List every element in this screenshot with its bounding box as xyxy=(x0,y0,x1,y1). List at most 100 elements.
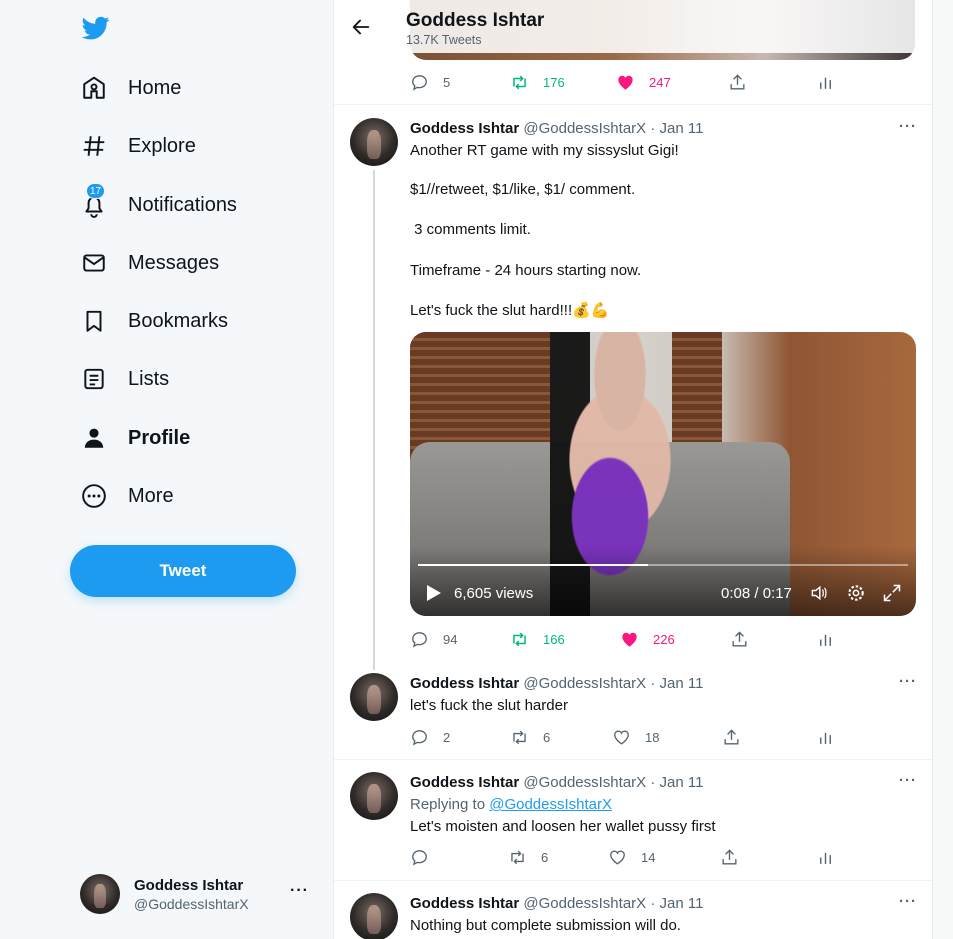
fullscreen-icon[interactable] xyxy=(882,583,902,603)
video-views: 6,605 views xyxy=(454,585,534,602)
retweet-count: 6 xyxy=(541,849,549,865)
tweet-text-line: $1//retweet, $1/like, $1/ comment. xyxy=(410,181,636,198)
heart-filled-icon xyxy=(622,632,637,647)
tweet-meta[interactable]: @GoddessIshtarX · Jan 11 xyxy=(523,895,703,912)
share-button[interactable] xyxy=(728,73,747,92)
reply-icon xyxy=(412,849,427,866)
tweet-text-line: Another RT game with my sissyslut Gigi! xyxy=(410,142,679,159)
reply-button[interactable]: 2 xyxy=(410,728,450,747)
retweet-button[interactable]: 6 xyxy=(508,848,548,867)
more-horizontal-icon[interactable]: ··· xyxy=(899,118,917,135)
analytics-button[interactable] xyxy=(816,630,835,649)
like-button[interactable]: 226 xyxy=(620,630,675,649)
more-horizontal-icon[interactable]: ··· xyxy=(899,893,917,910)
nav-notifications-label: Notifications xyxy=(128,193,237,216)
profile-header: Goddess Ishtar 13.7K Tweets xyxy=(334,0,932,53)
nav-notifications[interactable]: 17 Notifications xyxy=(80,183,237,225)
tweet-author-name[interactable]: Goddess Ishtar xyxy=(410,895,519,912)
tweet-meta[interactable]: @GoddessIshtarX · Jan 11 xyxy=(523,120,703,137)
avatar xyxy=(80,874,120,914)
reply-button[interactable] xyxy=(410,848,429,867)
right-column xyxy=(933,0,953,939)
share-button[interactable] xyxy=(720,848,739,867)
tweet-text-line: Let's fuck the slut hard!!!💰💪 xyxy=(410,302,610,319)
tweet-button[interactable]: Tweet xyxy=(70,545,296,597)
retweet-count: 6 xyxy=(543,729,551,745)
reply-icon xyxy=(412,74,427,91)
nav-profile[interactable]: Profile xyxy=(80,418,190,458)
account-name: Goddess Ishtar xyxy=(134,876,244,894)
nav-bookmarks[interactable]: Bookmarks xyxy=(80,301,228,341)
reply-icon xyxy=(412,631,427,648)
like-button[interactable]: 14 xyxy=(608,848,655,867)
account-switcher[interactable]: Goddess Ishtar @GoddessIshtarX ··· xyxy=(80,868,320,920)
reply-count: 94 xyxy=(443,631,458,647)
back-arrow-icon[interactable] xyxy=(350,16,372,38)
avatar[interactable] xyxy=(350,772,398,820)
main-timeline: Goddess Ishtar 13.7K Tweets 5 176 247 Go… xyxy=(334,0,933,939)
nav-home[interactable]: Home xyxy=(80,68,181,108)
nav-more[interactable]: More xyxy=(80,476,174,516)
analytics-icon xyxy=(820,77,831,89)
reply-icon xyxy=(412,729,427,746)
like-button[interactable]: 247 xyxy=(616,73,671,92)
share-icon xyxy=(722,848,737,865)
tweet-actions: 94 166 226 xyxy=(410,629,831,649)
nav-lists-label: Lists xyxy=(128,367,170,390)
retweet-button[interactable]: 6 xyxy=(510,728,550,747)
twitter-logo-icon[interactable] xyxy=(81,14,111,42)
nav-lists[interactable]: Lists xyxy=(80,359,169,399)
tweet-meta[interactable]: @GoddessIshtarX · Jan 11 xyxy=(523,675,703,692)
avatar[interactable] xyxy=(350,673,398,721)
more-horizontal-icon[interactable]: ··· xyxy=(899,673,917,690)
more-circle-icon xyxy=(80,482,108,510)
notification-badge: 17 xyxy=(86,183,106,199)
tweet[interactable]: Goddess Ishtar @GoddessIshtarX · Jan 11 … xyxy=(334,881,932,939)
tweet-header: Goddess Ishtar @GoddessIshtarX · Jan 11 xyxy=(410,675,703,692)
tweet-meta[interactable]: @GoddessIshtarX · Jan 11 xyxy=(523,774,703,791)
tweet-text-line: Timeframe - 24 hours starting now. xyxy=(410,262,642,279)
replying-to: Replying to @GoddessIshtarX xyxy=(410,796,612,813)
analytics-button[interactable] xyxy=(816,73,835,92)
video-progress-bar[interactable] xyxy=(418,564,908,566)
replying-to-link[interactable]: @GoddessIshtarX xyxy=(489,796,612,813)
more-horizontal-icon[interactable]: ··· xyxy=(290,882,309,900)
bookmark-icon xyxy=(80,307,108,335)
reply-button[interactable]: 94 xyxy=(410,630,457,649)
reply-count: 2 xyxy=(443,729,451,745)
tweet-text: Nothing but complete submission will do. xyxy=(410,917,681,934)
share-button[interactable] xyxy=(722,728,741,747)
like-button[interactable]: 18 xyxy=(612,728,659,747)
tweet-text: Let's moisten and loosen her wallet puss… xyxy=(410,818,716,835)
tweet-text-line: 3 comments limit. xyxy=(410,221,531,238)
tweet-actions: 5 176 247 xyxy=(410,72,831,92)
avatar[interactable] xyxy=(350,118,398,166)
avatar[interactable] xyxy=(350,893,398,939)
tweet-author-name[interactable]: Goddess Ishtar xyxy=(410,774,519,791)
hashtag-icon xyxy=(80,132,108,160)
video-progress-fill xyxy=(418,564,649,566)
analytics-button[interactable] xyxy=(816,848,835,867)
nav-explore[interactable]: Explore xyxy=(80,126,196,166)
tweet-author-name[interactable]: Goddess Ishtar xyxy=(410,675,519,692)
tweet-header: Goddess Ishtar @GoddessIshtarX · Jan 11 xyxy=(410,120,703,137)
video-player[interactable]: 6,605 views 0:08 / 0:17 xyxy=(410,332,916,616)
thread-line xyxy=(373,170,375,670)
play-icon[interactable] xyxy=(426,584,442,602)
nav-messages[interactable]: Messages xyxy=(80,243,219,283)
retweet-count: 166 xyxy=(543,631,565,647)
tweet-actions: 6 14 xyxy=(410,847,831,867)
analytics-button[interactable] xyxy=(816,728,835,747)
volume-icon[interactable] xyxy=(808,583,830,603)
tweet-author-name[interactable]: Goddess Ishtar xyxy=(410,120,519,137)
more-horizontal-icon[interactable]: ··· xyxy=(899,772,917,789)
video-time: 0:08 / 0:17 xyxy=(721,585,792,602)
bell-icon: 17 xyxy=(80,183,108,219)
retweet-button[interactable]: 166 xyxy=(510,630,565,649)
heart-icon xyxy=(614,730,629,745)
gear-icon[interactable] xyxy=(846,583,866,603)
retweet-button[interactable]: 176 xyxy=(510,73,565,92)
reply-button[interactable]: 5 xyxy=(410,73,450,92)
like-count: 247 xyxy=(649,74,671,90)
share-button[interactable] xyxy=(730,630,749,649)
